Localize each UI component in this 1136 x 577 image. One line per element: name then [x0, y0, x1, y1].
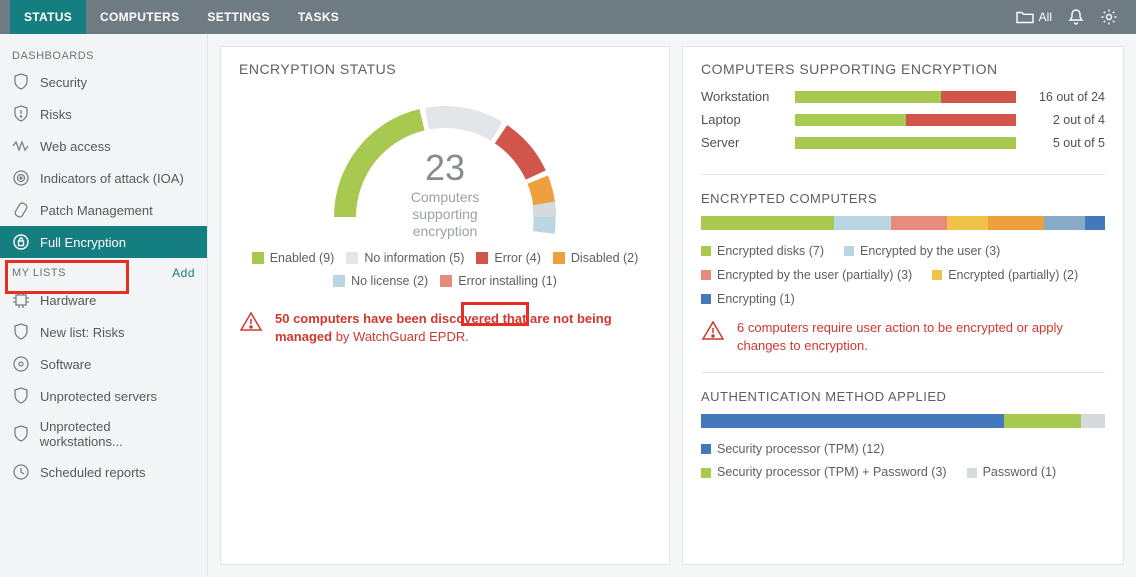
- sidebar-header-dashboards: DASHBOARDS: [0, 42, 207, 66]
- filter-all-button[interactable]: All: [1016, 10, 1052, 24]
- top-navbar: STATUS COMPUTERS SETTINGS TASKS All: [0, 0, 1136, 34]
- sidebar-item-label: Hardware: [40, 293, 96, 308]
- support-bar: [795, 137, 1016, 149]
- sidebar-item-ioa[interactable]: Indicators of attack (IOA): [0, 162, 207, 194]
- filter-all-label: All: [1039, 10, 1052, 24]
- legend-item[interactable]: Password (1): [967, 461, 1057, 484]
- alert-text: 50 computers have been discovered that a…: [275, 310, 645, 346]
- legend-item[interactable]: Encrypted (partially) (2): [932, 264, 1078, 287]
- sidebar-item-patch[interactable]: Patch Management: [0, 194, 207, 226]
- support-bar: [795, 114, 1016, 126]
- tab-status[interactable]: STATUS: [10, 0, 86, 34]
- bell-icon[interactable]: [1068, 8, 1084, 26]
- sidebar: DASHBOARDS Security Risks Web access Ind…: [0, 34, 208, 577]
- add-list-link[interactable]: Add: [172, 266, 195, 280]
- clock-icon: [12, 463, 30, 481]
- legend-item[interactable]: Disabled (2): [553, 247, 638, 270]
- wave-icon: [12, 137, 30, 155]
- panel-title: COMPUTERS SUPPORTING ENCRYPTION: [701, 61, 1105, 77]
- sidebar-item-scheduled-reports[interactable]: Scheduled reports: [0, 456, 207, 488]
- panel-title: ENCRYPTION STATUS: [239, 61, 651, 77]
- shield-alert-icon: [12, 105, 30, 123]
- support-val: 5 out of 5: [1030, 136, 1105, 150]
- encrypted-legend: Encrypted disks (7)Encrypted by the user…: [701, 240, 1105, 311]
- legend-item[interactable]: Security processor (TPM) + Password (3): [701, 461, 947, 484]
- tab-settings[interactable]: SETTINGS: [193, 0, 283, 34]
- sidebar-header-mylists: MY LISTSAdd: [0, 258, 207, 284]
- tab-computers[interactable]: COMPUTERS: [86, 0, 193, 34]
- legend-item[interactable]: Encrypted disks (7): [701, 240, 824, 263]
- support-row[interactable]: Server 5 out of 5: [701, 135, 1105, 150]
- section-title: AUTHENTICATION METHOD APPLIED: [701, 389, 1105, 404]
- legend-item[interactable]: Error (4): [476, 247, 541, 270]
- sidebar-item-label: Web access: [40, 139, 111, 154]
- warning-icon: [701, 319, 725, 343]
- sidebar-item-label: Security: [40, 75, 87, 90]
- sidebar-item-label: Unprotected servers: [40, 389, 157, 404]
- lock-cycle-icon: [12, 233, 30, 251]
- sidebar-item-label: New list: Risks: [40, 325, 125, 340]
- alert-unmanaged[interactable]: 50 computers have been discovered that a…: [239, 310, 651, 346]
- gauge-legend: Enabled (9) No information (5) Error (4)…: [239, 247, 651, 292]
- gauge-count: 23: [320, 147, 570, 189]
- legend-item[interactable]: Encrypted by the user (3): [844, 240, 1000, 263]
- sidebar-item-hardware[interactable]: Hardware: [0, 284, 207, 316]
- sidebar-item-unprotected-servers[interactable]: Unprotected servers: [0, 380, 207, 412]
- shield-plain-icon: [12, 387, 30, 405]
- sidebar-item-label: Patch Management: [40, 203, 153, 218]
- legend-item[interactable]: No license (2): [333, 270, 428, 293]
- alert-encrypted[interactable]: 6 computers require user action to be en…: [701, 319, 1105, 355]
- right-panel: COMPUTERS SUPPORTING ENCRYPTION Workstat…: [682, 46, 1124, 565]
- patch-icon: [12, 201, 30, 219]
- encrypted-bar[interactable]: [701, 216, 1105, 230]
- warning-icon: [239, 310, 263, 334]
- sidebar-item-label: Software: [40, 357, 91, 372]
- chip-icon: [12, 291, 30, 309]
- alert-text: 6 computers require user action to be en…: [737, 319, 1099, 355]
- folder-icon: [1016, 10, 1034, 24]
- target-icon: [12, 169, 30, 187]
- sidebar-item-full-encryption[interactable]: Full Encryption: [0, 226, 207, 258]
- encryption-status-panel: ENCRYPTION STATUS 23: [220, 46, 670, 565]
- support-name: Workstation: [701, 89, 781, 104]
- gear-icon[interactable]: [1100, 8, 1118, 26]
- support-rows: Workstation 16 out of 24 Laptop 2 out of …: [701, 89, 1105, 158]
- sidebar-item-label: Risks: [40, 107, 72, 122]
- auth-legend: Security processor (TPM) (12)Security pr…: [701, 438, 1105, 486]
- sidebar-item-security[interactable]: Security: [0, 66, 207, 98]
- shield-icon: [12, 73, 30, 91]
- disc-icon: [12, 355, 30, 373]
- support-name: Laptop: [701, 112, 781, 127]
- sidebar-item-risks[interactable]: Risks: [0, 98, 207, 130]
- legend-item[interactable]: Encrypting (1): [701, 288, 795, 311]
- support-row[interactable]: Workstation 16 out of 24: [701, 89, 1105, 104]
- legend-item[interactable]: No information (5): [346, 247, 464, 270]
- section-title: ENCRYPTED COMPUTERS: [701, 191, 1105, 206]
- legend-item[interactable]: Security processor (TPM) (12): [701, 438, 884, 461]
- sidebar-item-label: Scheduled reports: [40, 465, 146, 480]
- legend-item[interactable]: Error installing (1): [440, 270, 557, 293]
- support-val: 2 out of 4: [1030, 113, 1105, 127]
- legend-item[interactable]: Enabled (9): [252, 247, 335, 270]
- sidebar-item-unprotected-workstations[interactable]: Unprotected workstations...: [0, 412, 207, 456]
- support-val: 16 out of 24: [1030, 90, 1105, 104]
- sidebar-item-newlist-risks[interactable]: New list: Risks: [0, 316, 207, 348]
- sidebar-item-label: Unprotected workstations...: [40, 419, 195, 449]
- support-bar: [795, 91, 1016, 103]
- legend-item[interactable]: Encrypted by the user (partially) (3): [701, 264, 912, 287]
- sidebar-item-label: Indicators of attack (IOA): [40, 171, 184, 186]
- sidebar-item-web-access[interactable]: Web access: [0, 130, 207, 162]
- gauge-label: Computerssupportingencryption: [320, 189, 570, 239]
- support-row[interactable]: Laptop 2 out of 4: [701, 112, 1105, 127]
- auth-bar[interactable]: [701, 414, 1105, 428]
- support-name: Server: [701, 135, 781, 150]
- shield-plain-icon: [12, 425, 30, 443]
- sidebar-item-label: Full Encryption: [40, 235, 126, 250]
- shield-plain-icon: [12, 323, 30, 341]
- gauge-chart: 23 Computerssupportingencryption: [320, 89, 570, 239]
- sidebar-item-software[interactable]: Software: [0, 348, 207, 380]
- tab-tasks[interactable]: TASKS: [284, 0, 353, 34]
